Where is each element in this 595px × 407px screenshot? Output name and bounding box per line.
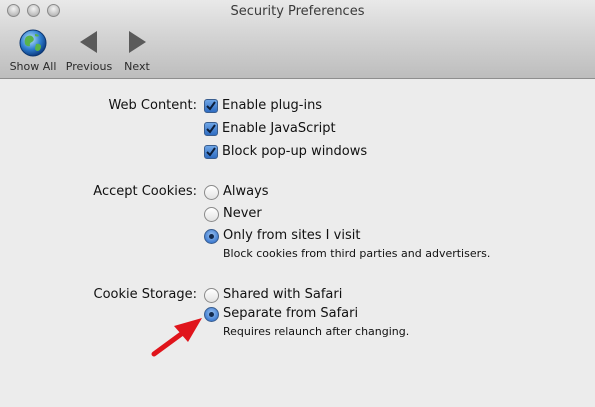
block-popups-label[interactable]: Block pop-up windows — [222, 143, 367, 161]
window-title: Security Preferences — [230, 4, 365, 19]
checkmark-icon — [206, 124, 216, 134]
cookie-storage-label: Cookie Storage: — [93, 287, 198, 302]
web-content-label: Web Content: — [108, 98, 197, 113]
enable-plugins-checkbox[interactable] — [204, 99, 218, 113]
previous-label: Previous — [65, 60, 113, 73]
checkmark-icon — [206, 101, 216, 111]
storage-shared-label[interactable]: Shared with Safari — [223, 286, 342, 304]
cookies-visited-radio[interactable] — [204, 229, 219, 244]
show-all-button[interactable]: Show All — [6, 28, 60, 74]
cookies-always-label[interactable]: Always — [223, 183, 269, 201]
forward-arrow-icon — [129, 31, 146, 53]
next-label: Next — [124, 60, 150, 73]
previous-button[interactable]: Previous — [64, 28, 114, 74]
storage-separate-hint: Requires relaunch after changing. — [223, 325, 410, 338]
storage-separate-radio[interactable] — [204, 307, 219, 322]
title-bar: Security Preferences Show All Previous N… — [0, 0, 595, 79]
show-all-label: Show All — [9, 60, 57, 73]
enable-javascript-label[interactable]: Enable JavaScript — [222, 120, 336, 138]
enable-javascript-checkbox[interactable] — [204, 122, 218, 136]
back-arrow-icon — [80, 31, 97, 53]
accept-cookies-label: Accept Cookies: — [93, 184, 197, 199]
block-popups-checkbox[interactable] — [204, 145, 218, 159]
cookies-visited-label[interactable]: Only from sites I visit — [223, 227, 360, 245]
checkmark-icon — [206, 147, 216, 157]
cookies-visited-hint: Block cookies from third parties and adv… — [223, 247, 491, 260]
cookies-never-radio[interactable] — [204, 207, 219, 222]
storage-shared-radio[interactable] — [204, 288, 219, 303]
enable-plugins-label[interactable]: Enable plug-ins — [222, 97, 322, 115]
cookies-never-label[interactable]: Never — [223, 205, 262, 223]
cookies-always-radio[interactable] — [204, 185, 219, 200]
storage-separate-label[interactable]: Separate from Safari — [223, 305, 358, 323]
globe-icon — [19, 29, 47, 57]
preferences-window: Security Preferences Show All Previous N… — [0, 0, 595, 407]
annotation-arrow-icon — [151, 318, 202, 357]
next-button[interactable]: Next — [118, 28, 156, 74]
